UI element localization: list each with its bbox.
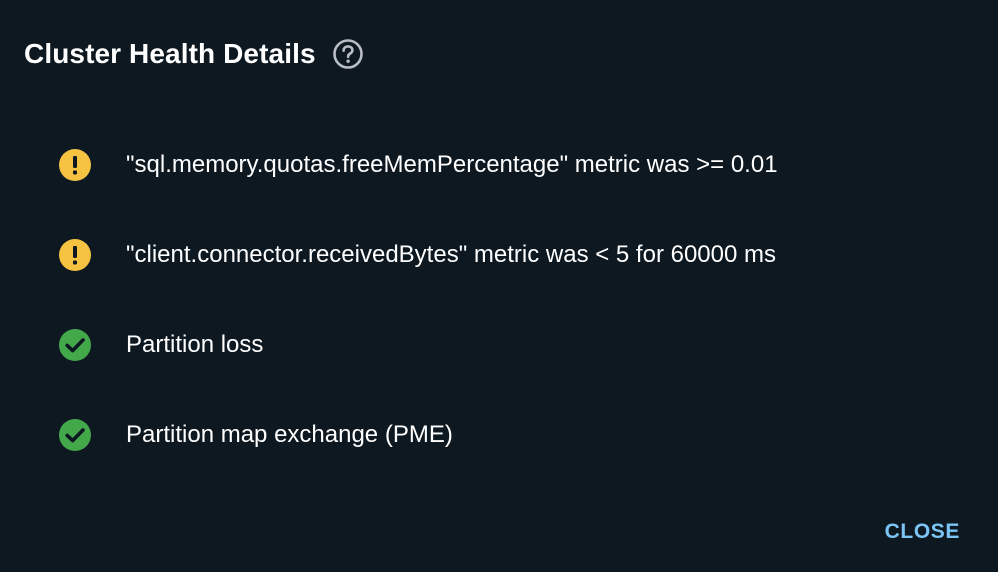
check-icon xyxy=(58,418,92,452)
status-text: "sql.memory.quotas.freeMemPercentage" me… xyxy=(126,151,778,178)
list-item: "client.connector.receivedBytes" metric … xyxy=(58,210,958,300)
warning-icon xyxy=(58,148,92,182)
close-button[interactable]: CLOSE xyxy=(885,518,960,546)
cluster-health-dialog: Cluster Health Details "sql.memory.quota… xyxy=(0,0,998,572)
list-item: "sql.memory.quotas.freeMemPercentage" me… xyxy=(58,120,958,210)
list-item: Partition map exchange (PME) xyxy=(58,390,958,480)
status-text: Partition map exchange (PME) xyxy=(126,421,453,448)
check-icon xyxy=(58,328,92,362)
help-circle-icon[interactable] xyxy=(332,38,364,70)
status-text: "client.connector.receivedBytes" metric … xyxy=(126,241,777,268)
dialog-header: Cluster Health Details xyxy=(24,36,364,72)
dialog-title: Cluster Health Details xyxy=(24,38,316,69)
status-text: Partition loss xyxy=(126,331,264,358)
list-item: Partition loss xyxy=(58,300,958,390)
health-status-list: "sql.memory.quotas.freeMemPercentage" me… xyxy=(58,120,958,480)
warning-icon xyxy=(58,238,92,272)
